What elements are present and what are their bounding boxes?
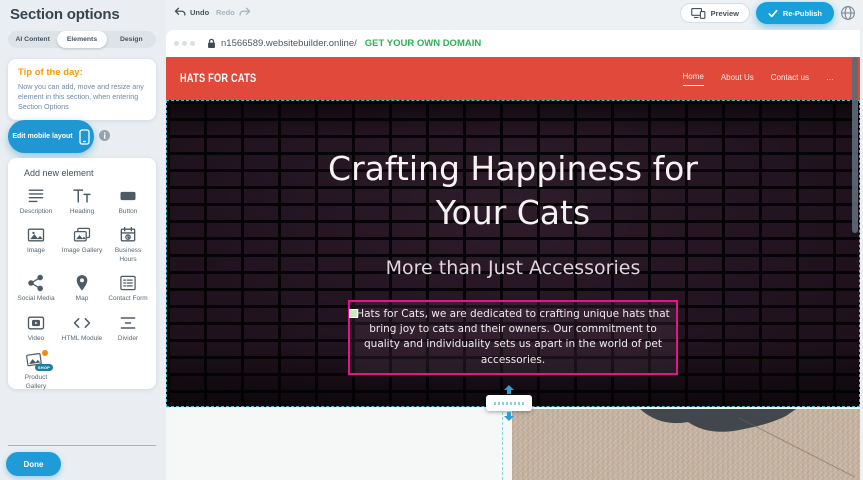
shop-badge: SHOP [35,364,53,371]
element-grid: Description Heading Button [13,186,151,391]
tab-ai-content[interactable]: AI Content [8,31,57,48]
hero-subtitle[interactable]: More than Just Accessories [386,257,641,279]
html-module-icon [72,313,92,333]
hero-title[interactable]: Crafting Happiness for Your Cats [328,147,698,235]
globe-icon[interactable] [840,5,856,26]
arrow-up-icon [503,385,515,394]
image-gallery-icon [72,225,92,245]
tab-design[interactable]: Design [107,31,156,48]
sidebar-tabs: AI Content Elements Design [8,31,156,48]
info-glyph-icon [101,132,108,139]
phone-icon [79,129,90,145]
element-image[interactable]: Image [13,225,59,264]
redo-icon [239,7,251,17]
contact-form-icon [118,273,138,293]
image-icon [26,225,46,245]
map-icon [72,273,92,293]
site-url[interactable]: n1566589.websitebuilder.online/ [221,38,357,49]
cat-shadow [512,409,860,449]
section-options-panel: Section options AI Content Elements Desi… [0,0,166,480]
hero-paragraph: Hats for Cats, we are dedicated to craft… [356,308,670,366]
window-dots-icon [174,41,195,46]
tab-elements[interactable]: Elements [57,31,106,48]
video-icon [26,313,46,333]
element-video[interactable]: Video [13,313,59,343]
preview-button[interactable]: Preview [680,3,750,23]
element-heading[interactable]: Heading [59,186,105,216]
element-business-hours[interactable]: Business Hours [105,225,151,264]
done-button[interactable]: Done [6,452,61,476]
element-image-gallery[interactable]: Image Gallery [59,225,105,264]
element-button[interactable]: Button [105,186,151,216]
undo-button[interactable]: Undo [174,7,209,17]
nav-contact-us[interactable]: Contact us [771,73,809,84]
site-preview-canvas: n1566589.websitebuilder.online/ GET YOUR… [166,30,860,480]
element-map[interactable]: Map [59,273,105,303]
scrollbar[interactable] [852,57,858,233]
edit-mobile-layout-label: Edit mobile layout [12,133,72,140]
check-icon [768,9,778,18]
browser-bar: n1566589.websitebuilder.online/ GET YOUR… [166,30,860,57]
section-resize-handle[interactable] [486,395,532,411]
devices-icon [691,7,706,19]
heading-icon [72,186,92,206]
add-element-title: Add new element [24,168,94,178]
editor-topbar: Undo Redo Preview Re-Publish [166,0,863,30]
page-title: Section options [10,6,120,23]
site-header: HATS FOR CATS Home About Us Contact us … [166,57,860,100]
element-social-media[interactable]: Social Media [13,273,59,303]
social-media-icon [26,273,46,293]
business-hours-icon [118,225,138,245]
pavement-image[interactable] [512,409,860,480]
site-logo[interactable]: HATS FOR CATS [180,73,256,85]
get-your-own-domain-link[interactable]: GET YOUR OWN DOMAIN [365,38,481,49]
sidebar-divider [8,445,156,446]
button-icon [118,186,138,206]
redo-button[interactable]: Redo [216,7,251,17]
hero-section[interactable]: Crafting Happiness for Your Cats More th… [166,100,860,407]
arrow-down-icon [503,412,515,421]
hero-paragraph-element[interactable]: Hats for Cats, we are dedicated to craft… [348,300,678,375]
element-drag-handle[interactable] [349,309,358,318]
nav-home[interactable]: Home [683,72,704,86]
tip-body: Now you can add, move and resize any ele… [18,82,148,112]
info-icon[interactable] [99,130,110,141]
new-badge-icon [41,349,49,357]
nav-about-us[interactable]: About Us [721,73,754,84]
add-new-element-card: Add new element Description Heading Butt… [8,158,156,389]
handle-dots-icon [494,402,524,405]
element-description[interactable]: Description [13,186,59,216]
element-divider[interactable]: Divider [105,313,151,343]
edit-mobile-layout-button[interactable]: Edit mobile layout [8,120,94,153]
republish-button[interactable]: Re-Publish [756,2,834,24]
description-icon [26,186,46,206]
element-product-gallery[interactable]: SHOP Product Gallery [13,352,59,391]
nav-more-menu[interactable]: … [826,73,834,84]
element-html-module[interactable]: HTML Module [59,313,105,343]
lock-icon [207,38,216,49]
undo-icon [174,7,186,17]
element-contact-form[interactable]: Contact Form [105,273,151,303]
site-nav: Home About Us Contact us … [683,72,835,86]
tip-title: Tip of the day: [18,67,83,78]
divider-icon [118,313,138,333]
tip-of-the-day-card: Tip of the day: Now you can add, move an… [8,59,156,120]
